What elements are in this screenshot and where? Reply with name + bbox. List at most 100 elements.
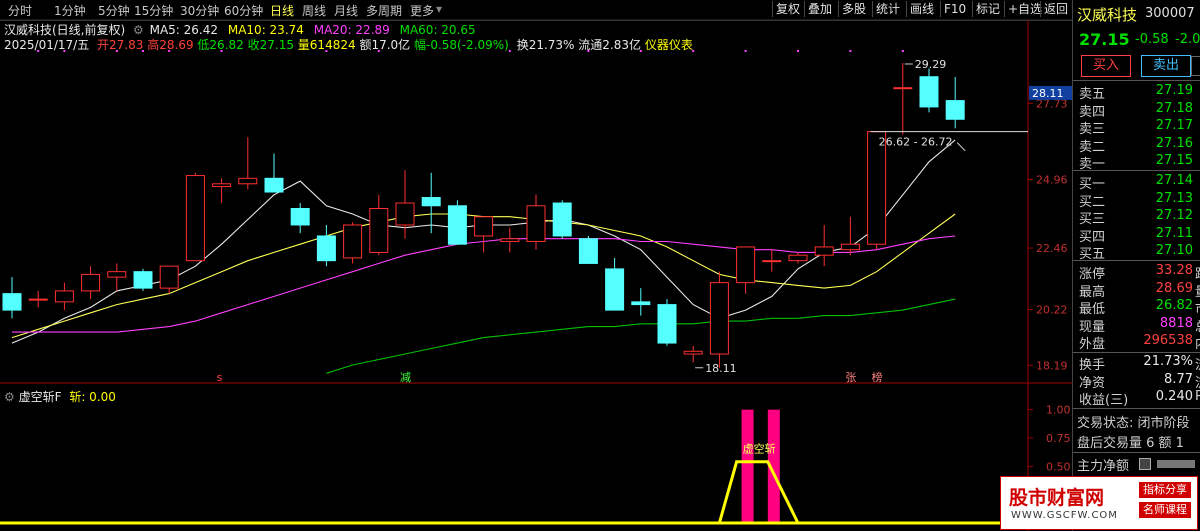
quote-value: 296538	[1143, 333, 1193, 348]
candle-body	[2, 293, 22, 311]
candle	[919, 68, 939, 113]
panel-collapse-icon[interactable]	[1191, 56, 1200, 76]
candle-body	[264, 177, 284, 193]
quote-panel: 汉威科技 300007 27.15 -0.58 -2.09 买入 卖出 交易状态…	[1072, 0, 1200, 531]
quote-value: 27.12	[1155, 208, 1193, 223]
quote-label: 买二	[1079, 194, 1106, 210]
last-price: 27.15	[1079, 30, 1130, 49]
quote-stat-row: 收益(三) 0.240 P	[1077, 389, 1200, 408]
candle	[945, 76, 965, 129]
candle-body	[212, 183, 232, 188]
candle-body	[28, 298, 48, 301]
quote-stat-row: 净资 8.77流	[1077, 371, 1200, 391]
watermark-tag-2: 名师课程	[1139, 502, 1191, 518]
quote-extra-label: 市	[1195, 298, 1200, 317]
candle-body	[474, 216, 494, 237]
quote-label: 涨停	[1079, 267, 1106, 282]
candle-body	[683, 350, 703, 355]
quote-stat-row: 涨停 33.28跌	[1077, 263, 1200, 282]
indicator-gear-icon[interactable]: ⚙	[4, 390, 15, 404]
price-tick-label: 20.22	[1036, 304, 1068, 317]
signal-dot	[325, 50, 328, 52]
indicator-value: 斩: 0.00	[69, 390, 116, 404]
candle	[28, 290, 48, 308]
sell-button[interactable]: 卖出	[1141, 55, 1191, 77]
candle	[316, 224, 336, 267]
sell-level-row: 卖四 27.18	[1077, 101, 1200, 120]
quote-label: 卖四	[1079, 104, 1106, 120]
candle-body	[447, 205, 467, 245]
quote-label: 买四	[1079, 229, 1106, 245]
quote-label: 买三	[1079, 212, 1106, 227]
current-price-label: 28.11	[1032, 87, 1064, 100]
stock-code: 300007	[1145, 6, 1195, 21]
candle-body	[840, 243, 860, 251]
candlestick-series	[2, 50, 965, 368]
candle-body	[500, 238, 520, 242]
quote-value: 27.17	[1155, 118, 1193, 133]
candle	[447, 200, 467, 245]
candle-body	[814, 246, 834, 256]
signal-dot	[744, 50, 747, 52]
marker-label: 减	[400, 371, 411, 384]
price-pct: -2.09	[1175, 32, 1200, 47]
main-flow-label: 主力净额	[1077, 459, 1130, 474]
candle	[736, 246, 756, 294]
quote-label: 卖二	[1079, 139, 1106, 155]
quote-label: 卖三	[1079, 122, 1106, 137]
quote-extra-label: 跌	[1195, 263, 1200, 282]
candle-body	[605, 268, 625, 311]
signal-dot	[639, 50, 642, 52]
candle	[683, 345, 703, 363]
candle	[578, 235, 598, 264]
quote-extra-label: 总	[1195, 316, 1200, 335]
quote-value: 8.77	[1164, 371, 1193, 387]
ind-tick-label: 1.00	[1046, 404, 1071, 417]
main-flow-toggle-icon[interactable]	[1139, 458, 1151, 470]
candle-body	[395, 202, 415, 226]
indicator-header: ⚙ 虚空斩F 斩: 0.00	[4, 388, 116, 405]
candle-body	[421, 197, 441, 207]
sell-level-row: 卖五 27.19	[1077, 83, 1200, 102]
quote-value: 8818	[1159, 315, 1193, 331]
kline-chart[interactable]: 29.29 26.62 - 26.72 18.11 s 减 张 榜 1.00 0.75 0.50…	[0, 0, 1072, 531]
signal-dot	[901, 50, 904, 52]
sell-level-row: 卖二 27.16	[1077, 136, 1200, 155]
quote-value: 27.10	[1155, 243, 1193, 258]
buy-level-row: 买五 27.10	[1077, 243, 1200, 262]
candle-body	[343, 224, 363, 259]
quote-label: 最高	[1079, 284, 1106, 300]
candle	[290, 203, 310, 234]
candle-body	[945, 100, 965, 120]
candle-body	[159, 265, 179, 289]
candle-body	[736, 246, 756, 284]
quote-extra-label: 量	[1195, 281, 1200, 300]
signal-dot	[63, 50, 66, 52]
quote-label: 卖五	[1079, 87, 1106, 102]
ind-tick-label: 0.50	[1046, 460, 1071, 473]
indicator-bar	[741, 409, 754, 523]
candle-body	[709, 282, 729, 355]
signal-dot	[220, 50, 223, 52]
price-axis: 18.1920.2222.4624.9627.7328.11	[1028, 85, 1072, 372]
marker-label: 榜	[872, 370, 883, 384]
candle	[343, 222, 363, 264]
candle-body	[369, 208, 389, 253]
candle	[893, 62, 913, 135]
buy-button[interactable]: 买入	[1081, 55, 1131, 77]
quote-label: 现量	[1079, 319, 1106, 335]
candle-body	[238, 177, 258, 185]
indicator-signal-label: 虚空斩	[743, 442, 776, 456]
quote-extra-label: 流	[1195, 354, 1200, 373]
range-label: 26.62 - 26.72	[879, 136, 953, 149]
candle-body	[788, 254, 808, 262]
quote-label: 换手	[1079, 358, 1106, 373]
signal-dot	[508, 50, 511, 52]
marker-label: s	[217, 371, 223, 384]
candle	[814, 224, 834, 267]
signal-dot	[849, 50, 852, 52]
quote-label: 卖一	[1079, 157, 1106, 172]
candle	[159, 265, 179, 294]
quote-stat-row: 最低 26.82市	[1077, 298, 1200, 317]
candle-body	[631, 301, 651, 306]
